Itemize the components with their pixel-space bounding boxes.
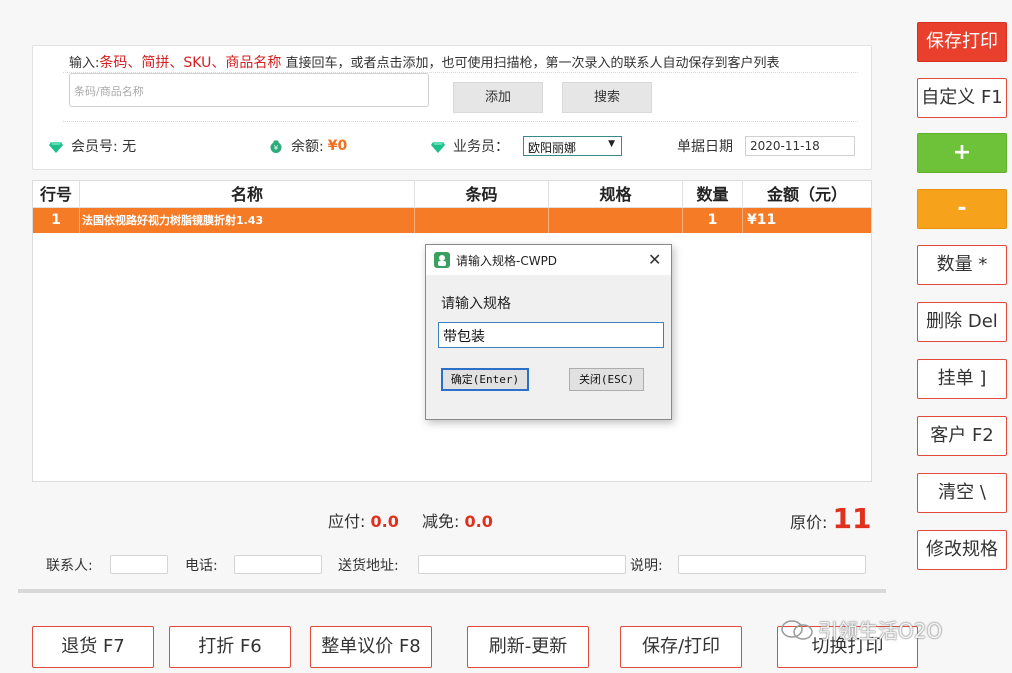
input-panel: 输入:条码、简拼、SKU、商品名称 直接回车，或者点击添加，也可使用扫描枪，第一… — [32, 45, 872, 170]
delete-button[interactable]: 删除 Del — [917, 302, 1007, 342]
cancel-button[interactable]: 关闭(ESC) — [569, 368, 644, 391]
save-print-bottom-button[interactable]: 保存/打印 — [620, 626, 742, 668]
hint-suffix: 直接回车，或者点击添加，也可使用扫描枪，第一次录入的联系人自动保存到客户列表 — [281, 56, 780, 71]
ok-button[interactable]: 确定(Enter) — [441, 368, 529, 391]
add-button[interactable]: 添加 — [453, 82, 543, 113]
col-header-barcode: 条码 — [415, 181, 549, 208]
dialog-label: 请输入规格 — [441, 296, 511, 312]
date-input[interactable]: 2020-11-18 — [745, 136, 855, 156]
customer-button[interactable]: 客户 F2 — [917, 416, 1007, 456]
dialog-title: 请输入规格-CWPD — [456, 254, 558, 268]
refresh-button[interactable]: 刷新-更新 — [467, 626, 589, 668]
balance-info: ¥ 余额: ¥0 — [269, 136, 347, 156]
salesman-info: 业务员： — [431, 136, 509, 156]
money-bag-icon: ¥ — [270, 140, 282, 153]
address-label: 送货地址: — [338, 558, 399, 574]
hold-order-button[interactable]: 挂单 ] — [917, 359, 1007, 399]
cell-barcode — [415, 208, 549, 233]
contact-label: 联系人: — [46, 558, 93, 574]
payable: 应付: 0.0 — [328, 512, 399, 531]
dropdown-arrow-icon: ▼ — [608, 139, 615, 149]
col-header-name: 名称 — [80, 181, 415, 208]
discount: 减免: 0.0 — [422, 512, 493, 531]
original-price: 原价: 11 — [790, 502, 872, 535]
col-header-qty: 数量 — [683, 181, 743, 208]
quantity-button[interactable]: 数量 * — [917, 245, 1007, 285]
discount-button[interactable]: 打折 F6 — [169, 626, 291, 668]
search-input[interactable]: 条码/商品名称 — [69, 73, 429, 107]
minus-button[interactable]: - — [917, 189, 1007, 229]
cell-no: 1 — [33, 208, 80, 233]
cell-name: 法国依视路好视力树脂镜膜折射1.43 — [80, 208, 415, 233]
dialog-titlebar[interactable]: 请输入规格-CWPD ✕ — [426, 245, 671, 275]
date-label: 单据日期 — [677, 139, 733, 155]
divider — [18, 589, 886, 593]
address-input[interactable] — [418, 555, 626, 574]
bargain-button[interactable]: 整单议价 F8 — [310, 626, 432, 668]
balance-value: ¥0 — [327, 138, 348, 154]
cell-qty: 1 — [683, 208, 743, 233]
wechat-icon — [781, 619, 813, 640]
note-label: 说明: — [630, 558, 663, 574]
original-price-value: 11 — [832, 502, 872, 535]
col-header-amount: 金额（元） — [743, 181, 871, 208]
cell-spec — [549, 208, 683, 233]
diamond-icon — [49, 142, 63, 153]
discount-value: 0.0 — [464, 512, 493, 531]
return-button[interactable]: 退货 F7 — [32, 626, 154, 668]
save-print-button[interactable]: 保存打印 — [917, 22, 1007, 62]
member-info: 会员号: 无 — [49, 136, 136, 156]
clear-button[interactable]: 清空 \ — [917, 473, 1007, 513]
plus-button[interactable]: + — [917, 133, 1007, 173]
hint-keys: 条码、简拼、SKU、商品名称 — [99, 55, 282, 71]
cell-amount: ¥11 — [747, 212, 777, 228]
custom-f1-button[interactable]: 自定义 F1 — [917, 78, 1007, 118]
table-row[interactable]: 1 法国依视路好视力树脂镜膜折射1.43 1 ¥11 — [33, 208, 871, 233]
close-icon[interactable]: ✕ — [648, 250, 661, 269]
col-header-spec: 规格 — [549, 181, 683, 208]
note-input[interactable] — [678, 555, 866, 574]
svg-text:¥: ¥ — [274, 144, 279, 152]
col-header-no: 行号 — [33, 181, 80, 208]
hint-prefix: 输入: — [69, 56, 100, 71]
divider — [63, 121, 858, 122]
spec-input[interactable]: 带包装 — [438, 322, 664, 348]
payable-value: 0.0 — [370, 512, 399, 531]
phone-label: 电话: — [185, 558, 218, 574]
contact-input[interactable] — [110, 555, 168, 574]
app-icon — [434, 252, 450, 268]
spec-dialog: 请输入规格-CWPD ✕ 请输入规格 带包装 确定(Enter) 关闭(ESC) — [425, 244, 672, 420]
salesman-select[interactable]: 欧阳丽娜 ▼ — [523, 136, 622, 156]
input-hint: 输入:条码、简拼、SKU、商品名称 直接回车，或者点击添加，也可使用扫描枪，第一… — [69, 52, 779, 72]
watermark: 引领生活O2O — [780, 615, 942, 644]
edit-spec-button[interactable]: 修改规格 — [917, 530, 1007, 570]
phone-input[interactable] — [234, 555, 322, 574]
search-button[interactable]: 搜索 — [562, 82, 652, 113]
member-value: 无 — [122, 139, 137, 155]
diamond-icon — [431, 142, 445, 153]
